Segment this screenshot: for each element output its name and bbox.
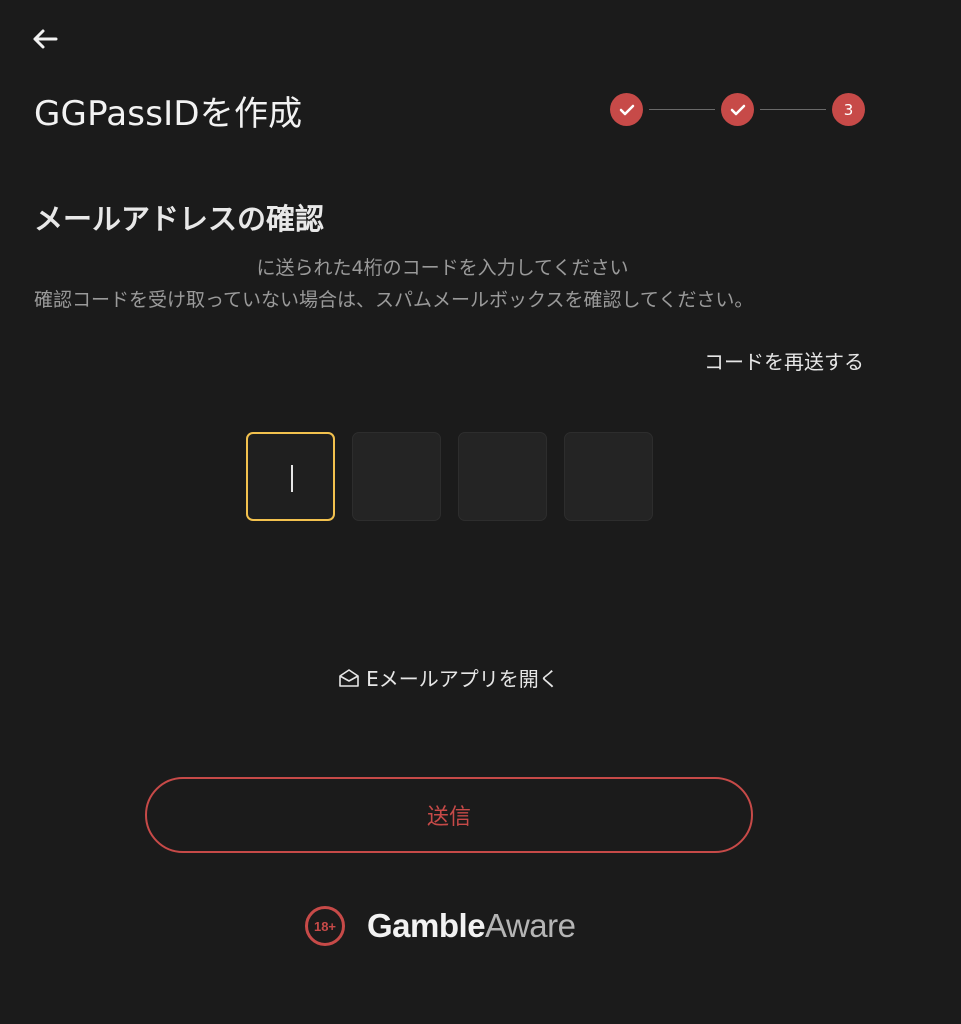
- gambleaware-logo: 18+ GambleAware: [305, 906, 576, 946]
- page-title: GGPassIDを作成: [34, 94, 303, 134]
- step-1-done: [610, 93, 643, 126]
- progress-stepper: 3: [610, 93, 865, 126]
- verify-email-screen: GGPassIDを作成 3 メールアドレスの確認 に送られた4桁のコードを入力し…: [0, 0, 961, 1024]
- brand-part-aware: Aware: [485, 907, 576, 944]
- check-icon: [619, 104, 634, 115]
- instruction-text: に送られた4桁のコードを入力してください: [256, 257, 629, 279]
- code-digit-3-input[interactable]: [458, 432, 547, 521]
- back-button[interactable]: [28, 24, 62, 54]
- text-caret: [291, 465, 293, 492]
- code-digit-1-input[interactable]: [246, 432, 335, 521]
- step-connector: [760, 109, 826, 110]
- submit-button[interactable]: 送信: [145, 777, 753, 853]
- resend-code-link[interactable]: コードを再送する: [704, 346, 864, 375]
- arrow-left-icon: [33, 29, 58, 49]
- brand-part-gamble: Gamble: [367, 907, 486, 944]
- step-connector: [649, 109, 715, 110]
- spam-hint-text: 確認コードを受け取っていない場合は、スパムメールボックスを確認してください。: [34, 289, 754, 311]
- step-2-done: [721, 93, 754, 126]
- envelope-open-icon: [339, 668, 359, 687]
- code-digit-2-input[interactable]: [352, 432, 441, 521]
- gambleaware-wordmark: GambleAware: [367, 907, 576, 945]
- verification-code-inputs: [246, 432, 653, 521]
- check-icon: [730, 104, 745, 115]
- open-mail-app-link[interactable]: Eメールアプリを開く: [0, 663, 897, 692]
- section-title: メールアドレスの確認: [34, 202, 325, 236]
- age-18-plus-badge: 18+: [305, 906, 345, 946]
- code-digit-4-input[interactable]: [564, 432, 653, 521]
- open-mail-app-label: Eメールアプリを開く: [366, 667, 559, 691]
- step-3-current: 3: [832, 93, 865, 126]
